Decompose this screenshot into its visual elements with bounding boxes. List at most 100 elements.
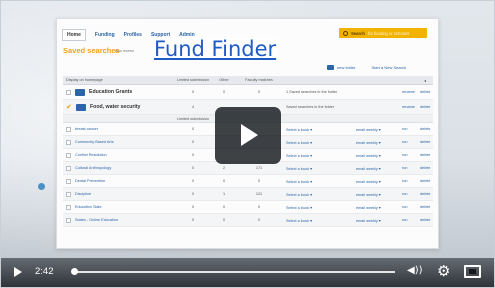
table-row[interactable]: Dental Prevention 0 0 0 Select a bookemail w… — [63, 175, 433, 188]
run-link[interactable]: run — [399, 153, 417, 157]
faculty-count: 0 — [257, 218, 261, 222]
search-name-link[interactable]: Dental Prevention — [75, 179, 105, 183]
delete-link[interactable]: delete — [417, 192, 433, 196]
other-count: 0 — [222, 218, 226, 222]
search-name-link[interactable]: breast cancer — [75, 127, 98, 131]
limited-count: 0 — [191, 140, 195, 144]
frequency-select[interactable]: email weekly — [353, 127, 399, 132]
delete-link[interactable]: delete — [417, 90, 433, 94]
delete-link[interactable]: delete — [417, 218, 433, 222]
display-checkbox[interactable] — [66, 191, 71, 197]
folder-icon — [327, 65, 334, 71]
tab-home[interactable]: Home — [62, 29, 86, 41]
limited-count: 0 — [191, 166, 195, 170]
display-checkbox[interactable] — [66, 152, 71, 158]
search-hint: for funding or scholars — [367, 30, 410, 36]
book-select[interactable]: Select a book — [283, 127, 353, 132]
run-link[interactable]: run — [399, 179, 417, 183]
book-select[interactable]: Select a book — [283, 153, 353, 158]
run-link[interactable]: run — [399, 192, 417, 196]
control-play-icon[interactable] — [14, 267, 22, 277]
tab-funding[interactable]: Funding — [95, 32, 115, 38]
frequency-select[interactable]: email weekly — [353, 153, 399, 158]
display-checkbox[interactable] — [66, 204, 71, 210]
rename-link[interactable]: rename — [399, 105, 417, 109]
book-select[interactable]: Select a book — [283, 205, 353, 210]
seek-bar[interactable] — [73, 271, 395, 273]
run-link[interactable]: run — [399, 127, 417, 131]
delete-link[interactable]: delete — [417, 179, 433, 183]
search-name-link[interactable]: Conflict Resolution — [75, 153, 107, 157]
display-checkbox[interactable] — [66, 89, 71, 95]
delete-link[interactable]: delete — [417, 166, 433, 170]
frequency-select[interactable]: email weekly — [353, 218, 399, 223]
frequency-select[interactable]: email weekly — [353, 179, 399, 184]
frequency-select[interactable]: email weekly — [353, 192, 399, 197]
player-controls: 2:42 ◀)) ⚙ — [1, 258, 494, 287]
tab-profiles[interactable]: Profiles — [124, 32, 142, 38]
limited-count: 0 — [191, 127, 195, 131]
folder-row[interactable]: Education Grants 0 0 0 1 Saved searches … — [63, 85, 433, 100]
other-count: 2 — [222, 166, 226, 170]
limited-count: 0 — [191, 218, 195, 222]
book-select[interactable]: Select a book — [283, 166, 353, 171]
fullscreen-icon[interactable] — [464, 265, 481, 278]
gear-icon[interactable]: ⚙ — [437, 262, 450, 280]
table-row[interactable]: States - Online Education 0 0 0 Select a boo… — [63, 214, 433, 227]
folder-name: Education Grants — [89, 89, 133, 95]
display-checkbox[interactable] — [66, 139, 71, 145]
delete-link[interactable]: delete — [417, 127, 433, 131]
run-link[interactable]: run — [399, 218, 417, 222]
frequency-select[interactable]: email weekly — [353, 166, 399, 171]
delete-link[interactable]: delete — [417, 140, 433, 144]
search-name-link[interactable]: States - Online Education — [75, 218, 118, 222]
display-checkbox[interactable] — [66, 126, 71, 132]
search-name-link[interactable]: Cultural Anthropology — [75, 166, 111, 170]
frequency-select[interactable]: email weekly — [353, 205, 399, 210]
run-link[interactable]: run — [399, 166, 417, 170]
video-title-link[interactable]: Fund Finder — [152, 37, 279, 61]
limited-count: 0 — [191, 153, 195, 157]
search-button[interactable]: Search for funding or scholars — [339, 28, 427, 38]
video-frame: Home Funding Profiles Support Admin Sear… — [0, 0, 495, 288]
page-subtitle: Also receive — [115, 49, 135, 53]
folder-note: 1 Saved searches in the folder — [286, 90, 338, 94]
col-subheader-limited: Limited submission — [176, 116, 210, 121]
display-checkbox[interactable] — [66, 178, 71, 184]
delete-link[interactable]: delete — [417, 105, 433, 109]
folder-note: Saved searches in the folder — [286, 105, 335, 109]
book-select[interactable]: Select a book — [283, 140, 353, 145]
display-checkbox[interactable] — [66, 217, 71, 223]
table-row[interactable]: Discipline 0 1 121 Select a bookemail weekly… — [63, 188, 433, 201]
search-name-link[interactable]: Discipline — [75, 192, 91, 196]
table-row[interactable]: Education Slate 0 0 0 Select a bookemail wee… — [63, 201, 433, 214]
delete-link[interactable]: delete — [417, 153, 433, 157]
checkmark-icon[interactable]: ✔ — [66, 104, 72, 111]
faculty-count: 121 — [255, 192, 263, 196]
run-link[interactable]: run — [399, 140, 417, 144]
faculty-count: 0 — [257, 205, 261, 209]
book-select[interactable]: Select a book — [283, 218, 353, 223]
frequency-select[interactable]: email weekly — [353, 140, 399, 145]
seek-handle[interactable] — [71, 268, 78, 275]
search-name-link[interactable]: Community Based Arts — [75, 140, 114, 144]
table-header: Display on homepage Limited submission O… — [63, 76, 433, 85]
delete-link[interactable]: delete — [417, 205, 433, 209]
book-select[interactable]: Select a book — [283, 192, 353, 197]
folder-name: Food, water security — [90, 104, 141, 110]
collapse-icon[interactable]: ◂ — [417, 78, 433, 83]
volume-icon[interactable]: ◀)) — [407, 265, 423, 276]
book-select[interactable]: Select a book — [283, 179, 353, 184]
faculty-count: 0 — [257, 179, 261, 183]
rename-link[interactable]: rename — [399, 90, 417, 94]
limited-count: 0 — [191, 179, 195, 183]
time-display: 2:42 — [35, 266, 54, 277]
new-folder-link[interactable]: new folder — [327, 65, 355, 71]
play-button[interactable] — [215, 107, 281, 164]
play-icon — [241, 124, 258, 146]
search-name-link[interactable]: Education Slate — [75, 205, 102, 209]
run-link[interactable]: run — [399, 205, 417, 209]
display-checkbox[interactable] — [66, 165, 71, 171]
other-count: 0 — [222, 205, 226, 209]
start-new-search-link[interactable]: Start a New Search — [371, 65, 406, 70]
